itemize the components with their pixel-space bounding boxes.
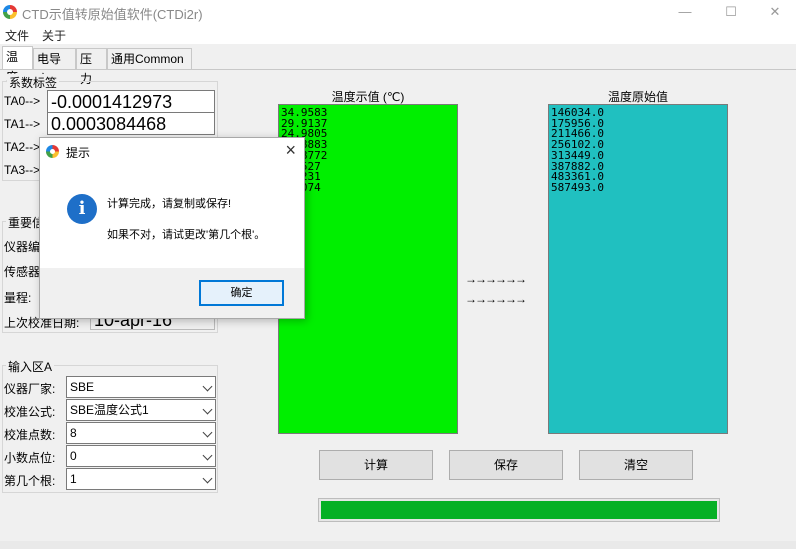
dialog-footer: 确定 <box>40 268 304 318</box>
list-item: 0.1074 <box>281 182 455 194</box>
list-item: 587493.0 <box>551 180 604 194</box>
coef-group-title: 系数标签 <box>7 74 60 91</box>
menu-about[interactable]: 关于 <box>42 27 66 44</box>
minimize-button[interactable]: — <box>662 0 708 24</box>
points-select[interactable]: 8 <box>66 422 216 444</box>
close-button[interactable]: ✕ <box>752 0 796 24</box>
menu-file[interactable]: 文件 <box>5 27 29 44</box>
arrow-right-icon: →→→→→→ <box>465 272 527 286</box>
points-value: 8 <box>70 426 77 440</box>
chevron-down-icon <box>202 404 213 415</box>
root-select[interactable]: 1 <box>66 468 216 490</box>
ok-button[interactable]: 确定 <box>199 280 284 306</box>
progress-bar <box>318 498 720 522</box>
dialog-message-line1: 计算完成，请复制或保存! <box>107 198 232 210</box>
info-icon: i <box>67 194 97 224</box>
ta3-label: TA3--> <box>4 163 41 177</box>
clear-button[interactable]: 清空 <box>579 450 693 480</box>
info-dialog: 提示 × i 计算完成，请复制或保存! 如果不对，请试更改'第几个根'。 确定 <box>39 137 305 319</box>
vendor-select[interactable]: SBE <box>66 376 216 398</box>
input-a-title: 输入区A <box>6 358 55 375</box>
formula-value: SBE温度公式1 <box>70 403 149 417</box>
dialog-title: 提示 <box>66 146 91 160</box>
raw-panel-label: 温度原始值 <box>607 90 668 104</box>
raw-values-list[interactable]: 146034.0 175956.0 211466.0 256102.0 3134… <box>548 104 728 434</box>
progress-fill <box>321 501 717 519</box>
chevron-down-icon <box>202 427 213 438</box>
range-label: 量程: <box>4 291 32 305</box>
dialog-message-line2: 如果不对，请试更改'第几个根'。 <box>107 229 266 241</box>
tab-divider <box>0 69 796 70</box>
window-title: CTD示值转原始值软件(CTDi2r) <box>22 7 203 22</box>
ta1-label: TA1--> <box>4 117 41 131</box>
taskbar-strip <box>0 541 796 549</box>
maximize-button[interactable]: ☐ <box>708 0 754 24</box>
app-logo-icon <box>3 5 17 19</box>
display-panel-label: 温度示值 (℃) <box>331 90 405 104</box>
dialog-logo-icon <box>46 145 59 158</box>
menu-bar: 文件 关于 <box>0 24 796 44</box>
dialog-close-icon[interactable]: × <box>285 140 296 161</box>
sensor-label: 传感器 <box>4 265 41 279</box>
save-button[interactable]: 保存 <box>449 450 563 480</box>
decimal-select[interactable]: 0 <box>66 445 216 467</box>
chevron-down-icon <box>202 473 213 484</box>
points-label: 校准点数: <box>4 428 56 442</box>
title-bar: CTD示值转原始值软件(CTDi2r) — ☐ ✕ <box>0 0 796 24</box>
ta1-field[interactable]: 0.0003084468 <box>47 112 215 135</box>
ta2-label: TA2--> <box>4 140 41 154</box>
calc-button[interactable]: 计算 <box>319 450 433 480</box>
display-values-list[interactable]: 34.9583 29.9137 24.9805 19.8883 14.8772 … <box>278 104 458 434</box>
tab-temperature[interactable]: 温度 <box>2 46 33 84</box>
formula-select[interactable]: SBE温度公式1 <box>66 399 216 421</box>
tab-common[interactable]: 通用Common <box>107 48 192 70</box>
chevron-down-icon <box>202 450 213 461</box>
chevron-down-icon <box>202 381 213 392</box>
tab-pressure[interactable]: 压力 <box>76 48 107 86</box>
vendor-label: 仪器厂家: <box>4 382 56 396</box>
vendor-value: SBE <box>70 380 95 394</box>
decimal-value: 0 <box>70 449 77 463</box>
root-value: 1 <box>70 472 77 486</box>
root-label: 第几个根: <box>4 474 56 488</box>
ta0-label: TA0--> <box>4 94 41 108</box>
arrow-right-icon: →→→→→→ <box>465 292 527 306</box>
instrument-label: 仪器编 <box>4 240 41 254</box>
tab-conductivity[interactable]: 电导率 <box>33 48 76 86</box>
formula-label: 校准公式: <box>4 405 56 419</box>
ta0-field[interactable]: -0.0001412973 <box>47 90 215 113</box>
decimal-label: 小数点位: <box>4 451 56 465</box>
